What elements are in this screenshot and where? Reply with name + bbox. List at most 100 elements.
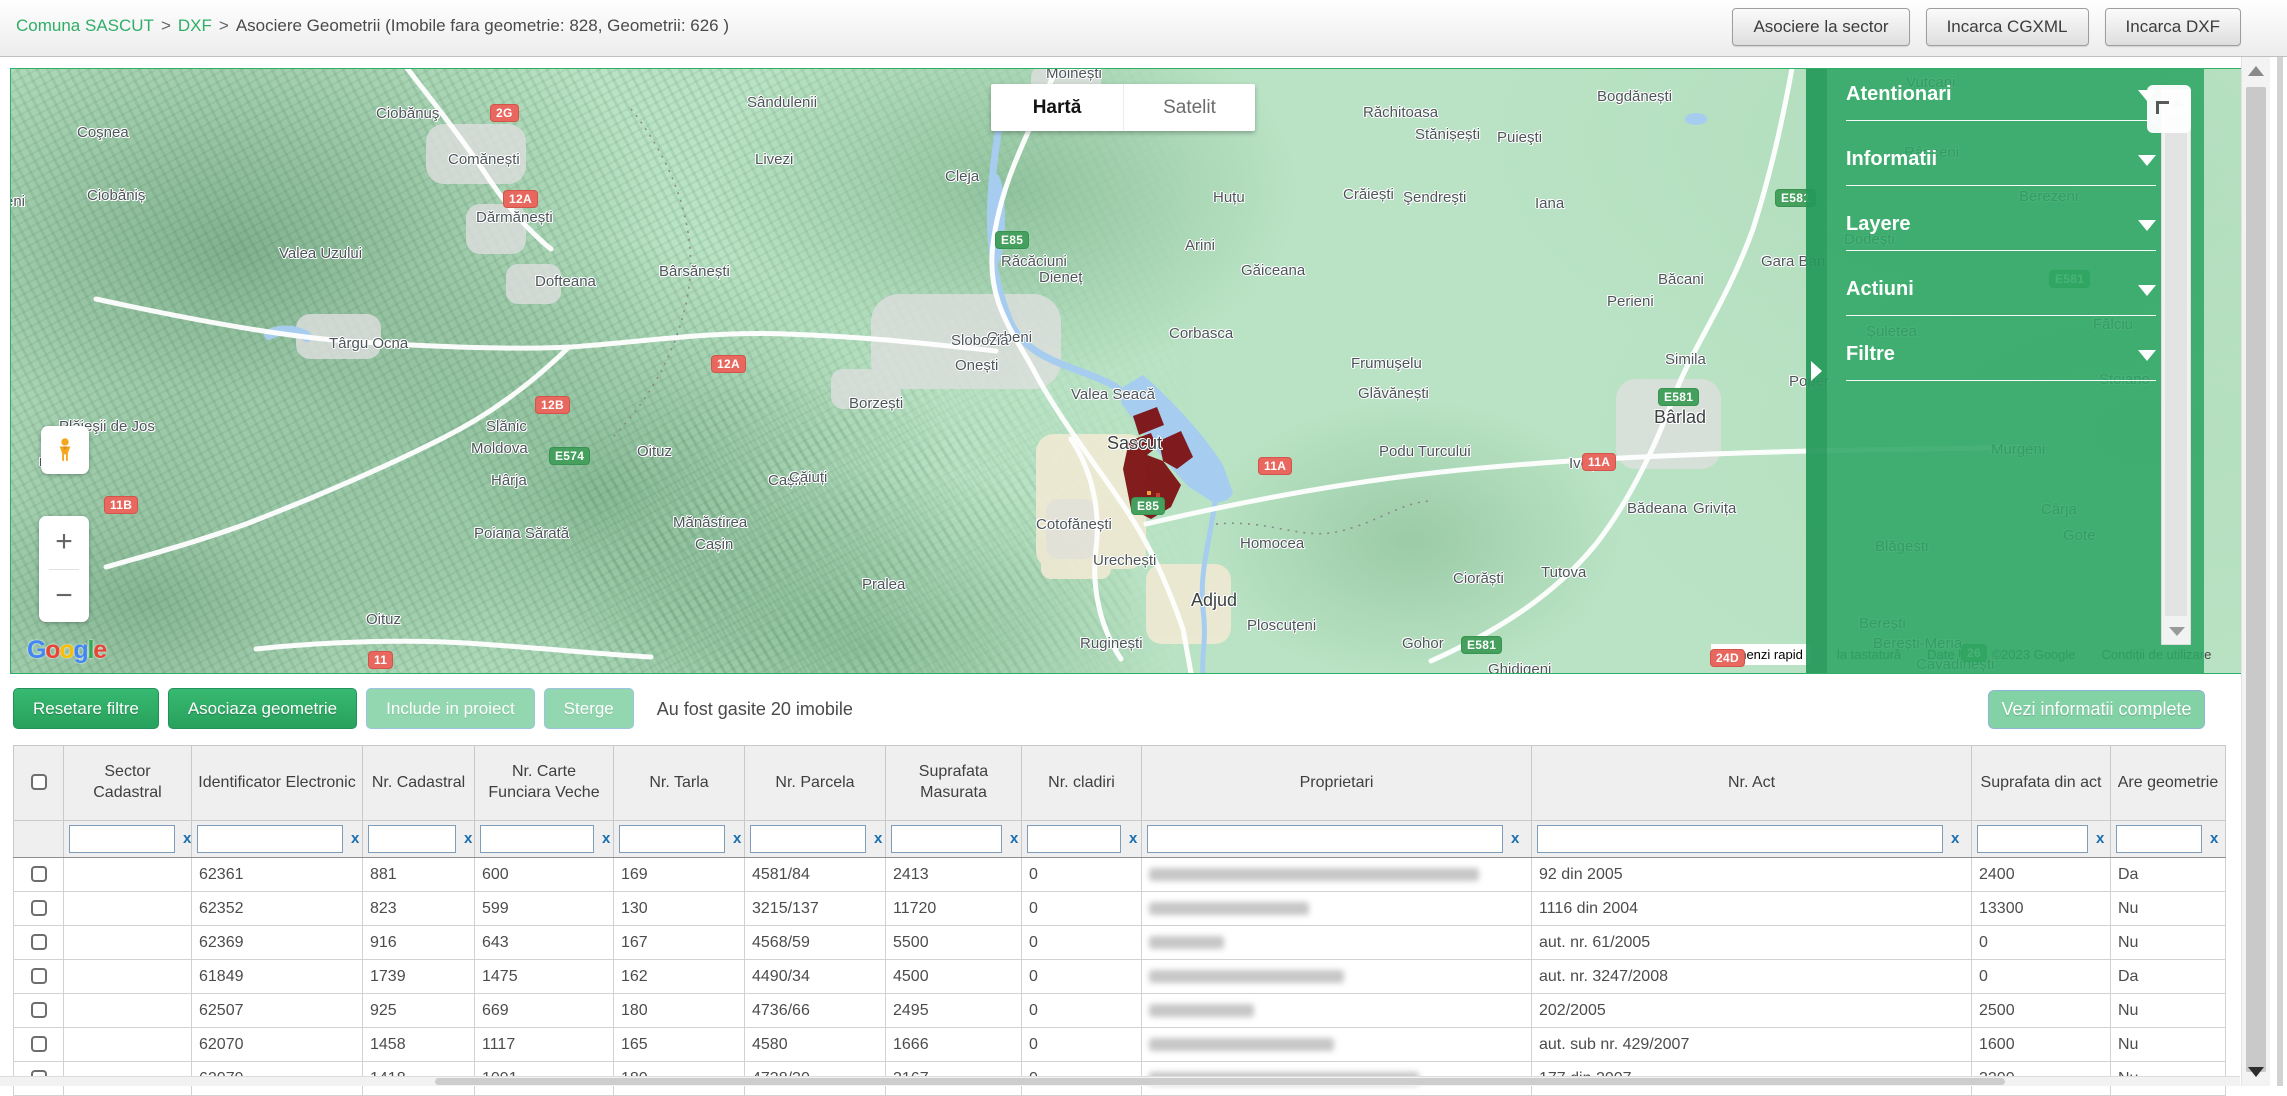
clear-filter-button[interactable]: x xyxy=(874,830,882,847)
row-checkbox[interactable] xyxy=(31,968,47,984)
table-row[interactable]: 61849173914751624490/3445000aut. nr. 324… xyxy=(14,960,2226,994)
table-row[interactable]: 625079256691804736/6624950202/20052500Nu xyxy=(14,994,2226,1028)
pegman-control[interactable] xyxy=(41,426,89,474)
sidebar-section-atentionari[interactable]: Atentionari xyxy=(1846,83,2156,113)
filter-input-nr-carte-funciara-veche[interactable] xyxy=(480,825,594,853)
row-checkbox[interactable] xyxy=(31,1036,47,1052)
sidebar-section-informatii[interactable]: Informatii xyxy=(1846,148,2156,178)
column-header[interactable]: Sector Cadastral xyxy=(64,746,192,821)
scroll-down-icon[interactable] xyxy=(2169,627,2185,636)
asociaza-geometrie-button[interactable]: Asociaza geometrie xyxy=(168,688,357,729)
column-header[interactable]: Nr. Carte Funciara Veche xyxy=(475,746,614,821)
clear-filter-button[interactable]: x xyxy=(1951,830,1959,847)
breadcrumb-link-dxf[interactable]: DXF xyxy=(178,16,212,35)
horizontal-scrollbar[interactable] xyxy=(0,1076,2240,1086)
column-header[interactable]: Suprafata Masurata xyxy=(886,746,1022,821)
map-place-label: Valea Seacă xyxy=(1071,386,1155,403)
column-header[interactable]: Suprafata din act xyxy=(1972,746,2111,821)
sidebar-section-actiuni[interactable]: Actiuni xyxy=(1846,278,2156,308)
map-view-button[interactable]: Hartă xyxy=(991,84,1123,131)
include-in-proiect-button[interactable]: Include in proiect xyxy=(366,688,535,729)
clear-filter-button[interactable]: x xyxy=(1010,830,1018,847)
map-place-label: Huțu xyxy=(1213,189,1245,206)
cell: 165 xyxy=(614,1028,745,1062)
filter-input-nr-cadastral[interactable] xyxy=(368,825,456,853)
filter-input-nr-act[interactable] xyxy=(1537,825,1943,853)
column-header[interactable]: Nr. Act xyxy=(1532,746,1972,821)
column-header[interactable]: Nr. Tarla xyxy=(614,746,745,821)
table-row[interactable]: 623528235991303215/1371172001116 din 200… xyxy=(14,892,2226,926)
map-canvas[interactable]: MoineștiCiobănuşCoşneaComăneștiCiobănișe… xyxy=(10,68,2270,674)
map-place-label: Stănișești xyxy=(1415,126,1480,143)
zoom-out-button[interactable]: − xyxy=(39,570,89,623)
filter-input-sector-cadastral[interactable] xyxy=(69,825,175,853)
cell: 1116 din 2004 xyxy=(1532,892,1972,926)
row-checkbox[interactable] xyxy=(31,900,47,916)
sidebar-section-layere[interactable]: Layere xyxy=(1846,213,2156,243)
clear-filter-button[interactable]: x xyxy=(733,830,741,847)
page-scroll-thumb[interactable] xyxy=(2246,87,2266,1072)
filter-input-suprafata-din-act[interactable] xyxy=(1977,825,2088,853)
map-place-label: Arini xyxy=(1185,237,1215,254)
clear-filter-button[interactable]: x xyxy=(602,830,610,847)
map-control-stub[interactable] xyxy=(2147,85,2191,133)
column-header[interactable]: Nr. Cadastral xyxy=(363,746,475,821)
sidebar-scroll-thumb[interactable] xyxy=(2165,116,2187,616)
clear-filter-button[interactable]: x xyxy=(2096,830,2104,847)
row-checkbox[interactable] xyxy=(31,934,47,950)
filter-input-identificator-electronic[interactable] xyxy=(197,825,343,853)
map-place-label: Ciorăști xyxy=(1453,570,1504,587)
map-place-label: Cașin xyxy=(695,536,733,553)
clear-filter-button[interactable]: x xyxy=(1129,830,1137,847)
filter-input-are-geometrie[interactable] xyxy=(2116,825,2202,853)
sidebar-section-filtre[interactable]: Filtre xyxy=(1846,343,2156,373)
column-header[interactable]: Identificator Electronic xyxy=(192,746,363,821)
table-row[interactable]: 623699166431674568/5955000aut. nr. 61/20… xyxy=(14,926,2226,960)
satellite-view-button[interactable]: Satelit xyxy=(1123,84,1255,131)
filter-input-proprietari[interactable] xyxy=(1147,825,1503,853)
table-row[interactable]: 623618816001694581/842413092 din 2005240… xyxy=(14,858,2226,892)
resetare-filtre-button[interactable]: Resetare filtre xyxy=(13,688,159,729)
filter-input-nr-tarla[interactable] xyxy=(619,825,725,853)
filter-input-suprafata-masurata[interactable] xyxy=(891,825,1002,853)
column-header[interactable]: Are geometrie xyxy=(2111,746,2226,821)
row-checkbox[interactable] xyxy=(31,866,47,882)
column-header[interactable]: Nr. Parcela xyxy=(745,746,886,821)
divider xyxy=(1846,380,2156,381)
clear-filter-button[interactable]: x xyxy=(1511,830,1519,847)
sterge-button[interactable]: Sterge xyxy=(544,688,634,729)
sidebar-collapse-arrow-icon[interactable] xyxy=(1811,361,1822,381)
map-place-label: Valea Uzului xyxy=(279,245,362,262)
map-place-label: Bogdănești xyxy=(1597,88,1672,105)
road-badge: E85 xyxy=(1131,497,1165,515)
incarca-cgxml-button[interactable]: Incarca CGXML xyxy=(1926,8,2089,46)
vezi-informatii-complete-button[interactable]: Vezi informatii complete xyxy=(1988,690,2205,729)
redacted-owner-name xyxy=(1149,902,1309,915)
select-all-checkbox[interactable] xyxy=(31,774,47,790)
clear-filter-button[interactable]: x xyxy=(183,830,191,847)
clear-filter-button[interactable]: x xyxy=(464,830,472,847)
sidebar-scrollbar[interactable] xyxy=(2161,89,2191,645)
column-header[interactable]: Nr. cladiri xyxy=(1022,746,1142,821)
column-header[interactable]: Proprietari xyxy=(1142,746,1532,821)
table-row[interactable]: 6207014581117165458016660aut. sub nr. 42… xyxy=(14,1028,2226,1062)
asociere-la-sector-button[interactable]: Asociere la sector xyxy=(1732,8,1909,46)
filter-input-nr-parcela[interactable] xyxy=(750,825,866,853)
clear-filter-button[interactable]: x xyxy=(2210,830,2218,847)
map-place-label: eni xyxy=(10,193,25,210)
breadcrumb-link-comuna[interactable]: Comuna SASCUT xyxy=(16,16,154,35)
cell: 62361 xyxy=(192,858,363,892)
page-scrollbar[interactable] xyxy=(2241,57,2270,1086)
horizontal-scroll-thumb[interactable] xyxy=(435,1078,2005,1085)
row-checkbox[interactable] xyxy=(31,1002,47,1018)
filter-input-nr-cladiri[interactable] xyxy=(1027,825,1121,853)
parcel-table-container: Sector CadastralIdentificator Electronic… xyxy=(13,745,2225,1096)
cell: 202/2005 xyxy=(1532,994,1972,1028)
cell: 180 xyxy=(614,994,745,1028)
zoom-in-button[interactable]: + xyxy=(39,516,89,569)
clear-filter-button[interactable]: x xyxy=(351,830,359,847)
filter-row: xxxxxxxxxxxx xyxy=(14,821,2226,858)
scroll-down-icon[interactable] xyxy=(2248,1067,2264,1077)
incarca-dxf-button[interactable]: Incarca DXF xyxy=(2105,8,2241,46)
scroll-up-icon[interactable] xyxy=(2248,66,2264,76)
